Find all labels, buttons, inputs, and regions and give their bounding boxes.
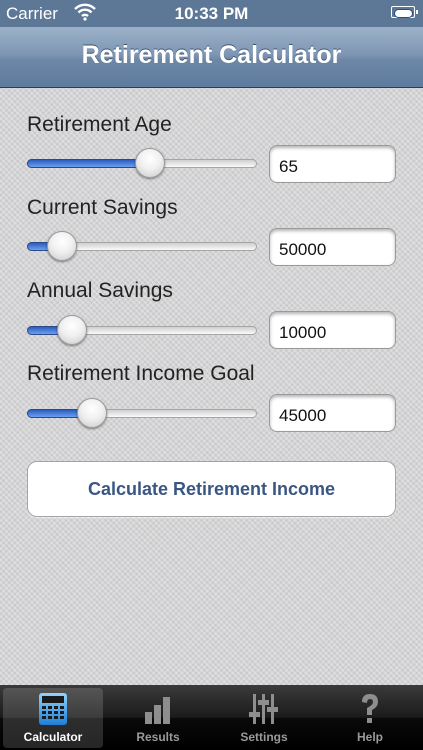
calculate-retirement-income-button[interactable]: Calculate Retirement Income [27,461,396,517]
status-bar: Carrier 10:33 PM [0,0,423,27]
slider-thumb[interactable] [47,231,77,261]
tab-label: Results [136,730,180,744]
annual-savings-label: Annual Savings [27,279,173,302]
tab-label: Help [356,730,383,744]
navigation-bar: Retirement Calculator [0,27,423,88]
retirement-age-slider[interactable] [27,148,257,178]
income-goal-field[interactable]: 45000 [269,394,396,432]
sliders-icon [248,692,280,726]
annual-savings-slider[interactable] [27,315,257,345]
slider-thumb[interactable] [135,148,165,178]
current-savings-field[interactable]: 50000 [269,228,396,266]
current-savings-label: Current Savings [27,196,178,219]
annual-savings-field[interactable]: 10000 [269,311,396,349]
slider-thumb[interactable] [77,398,107,428]
battery-icon [391,6,418,18]
bar-chart-icon [142,692,174,726]
tab-label: Settings [240,730,288,744]
tab-calculator[interactable]: Calculator [3,688,103,748]
income-goal-label: Retirement Income Goal [27,362,255,385]
tab-results[interactable]: Results [108,688,208,748]
tab-bar: Calculator Results Settings Help [0,685,423,750]
retirement-age-field[interactable]: 65 [269,145,396,183]
clock: 10:33 PM [174,4,249,23]
income-goal-slider[interactable] [27,398,257,428]
retirement-age-label: Retirement Age [27,113,172,136]
page-title: Retirement Calculator [81,41,342,69]
tab-help[interactable]: Help [320,688,420,748]
question-mark-icon [354,692,386,726]
tab-label: Calculator [23,730,83,744]
slider-thumb[interactable] [57,315,87,345]
current-savings-slider[interactable] [27,231,257,261]
calculator-icon [37,692,69,726]
calculator-form: Retirement Age 65 Current Savings 50000 … [0,88,423,685]
tab-settings[interactable]: Settings [214,688,314,748]
